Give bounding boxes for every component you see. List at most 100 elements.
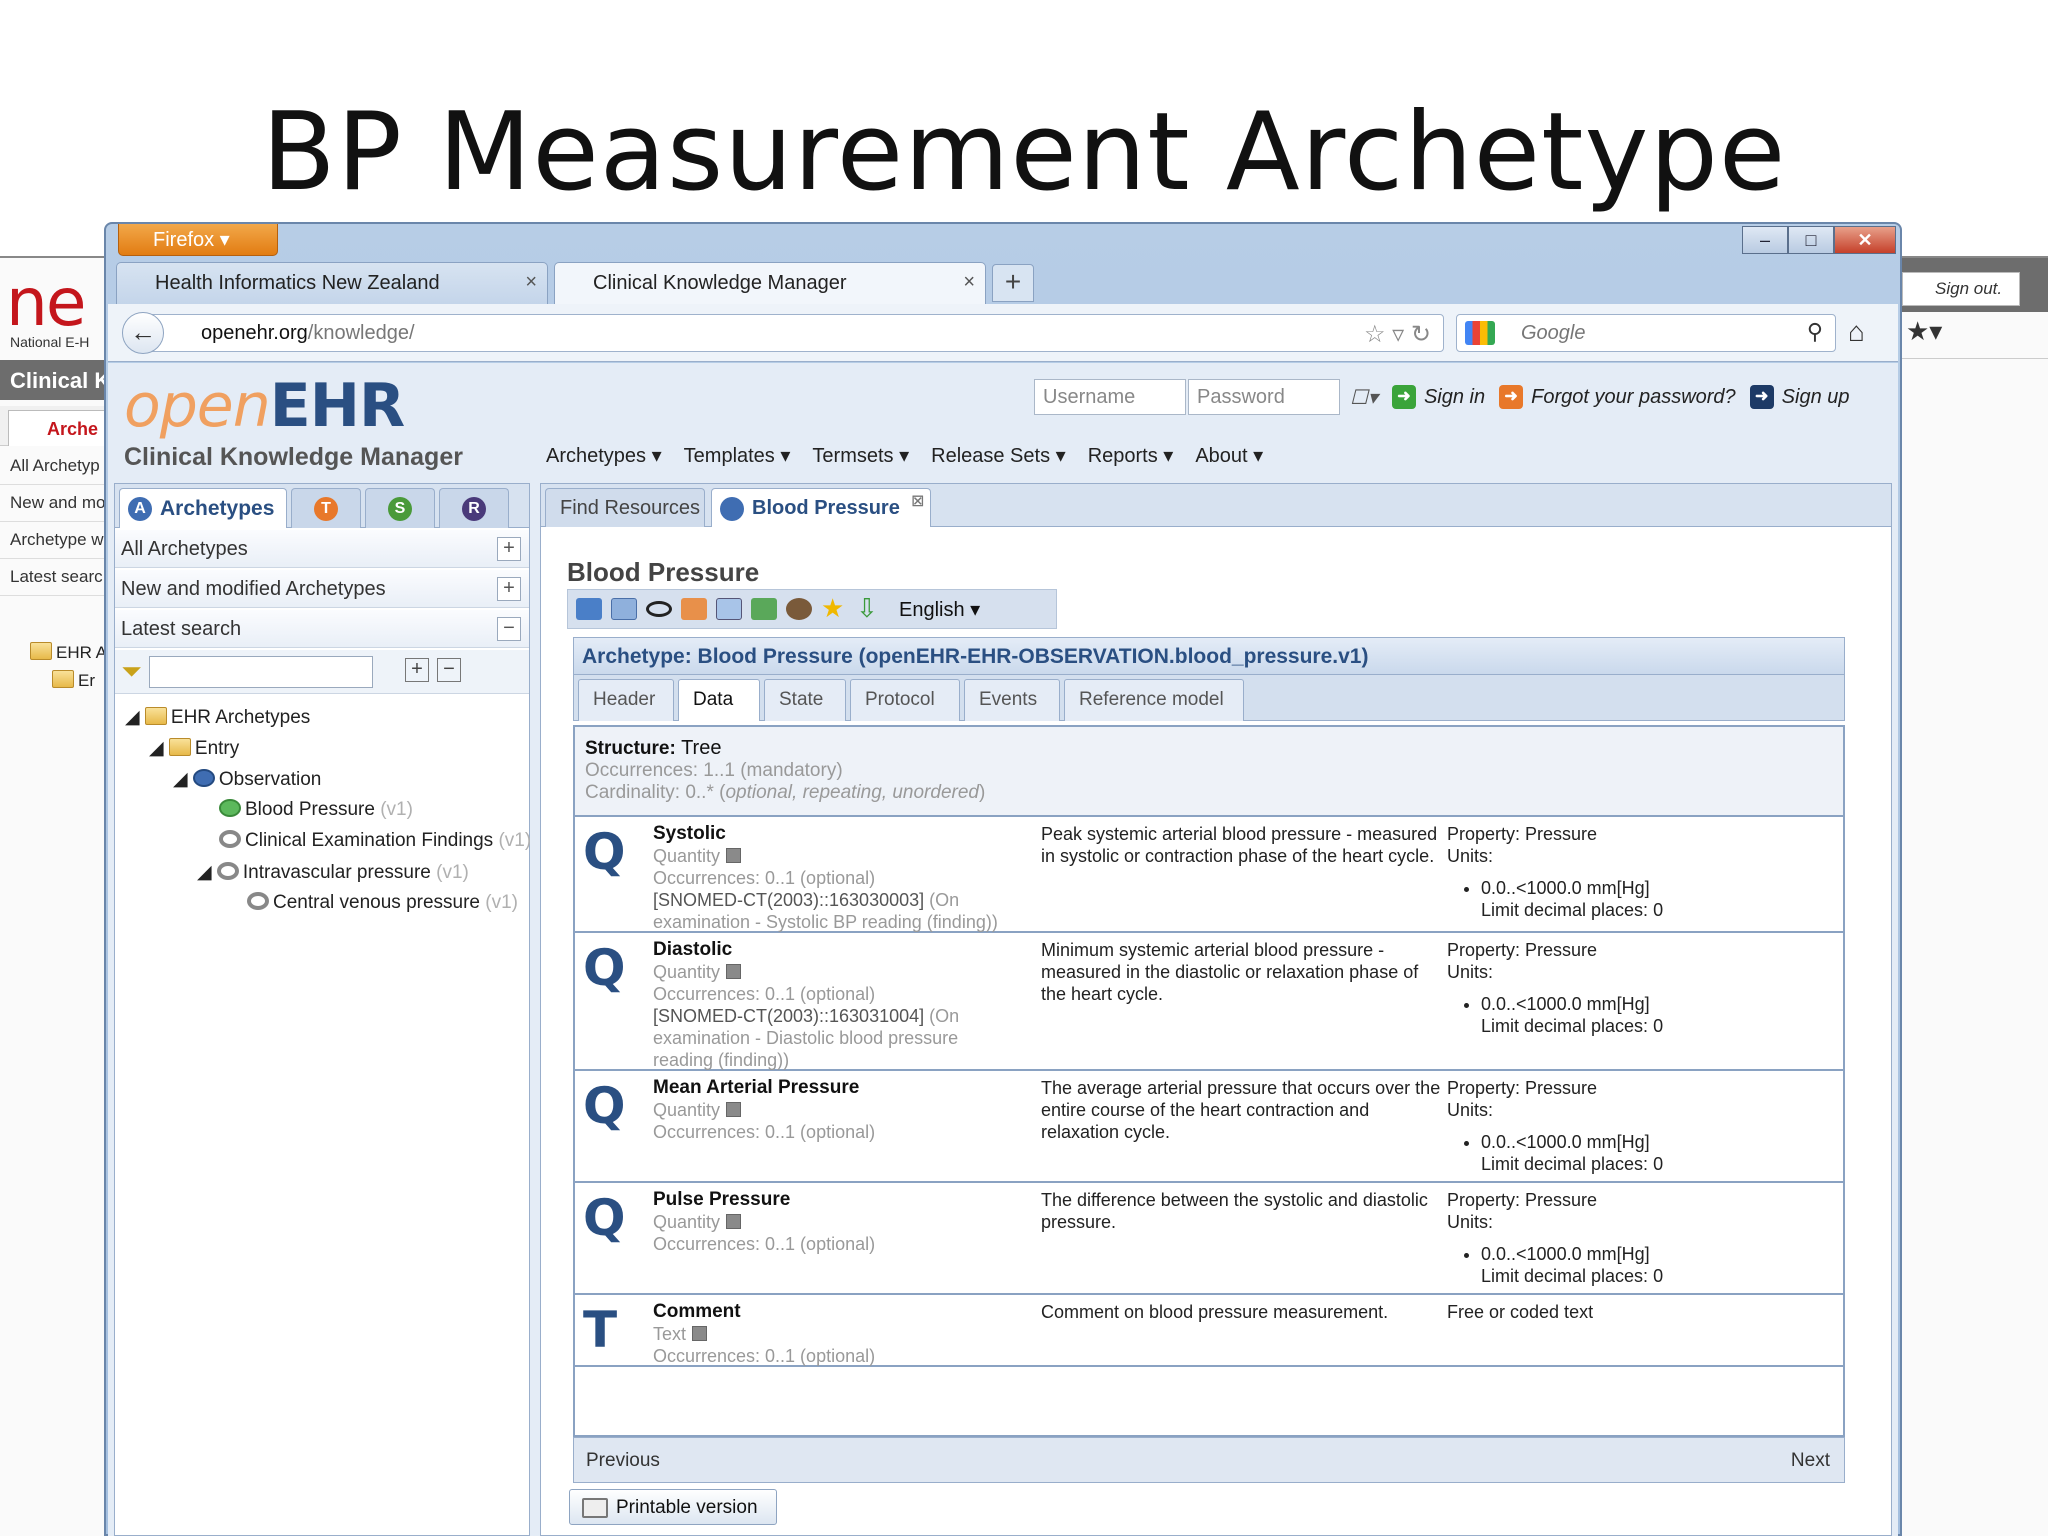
download-icon[interactable]: ⇩	[856, 595, 878, 621]
new-tab-button[interactable]: +	[992, 264, 1034, 302]
tab-reference-model[interactable]: Reference model	[1064, 679, 1244, 721]
tab-events[interactable]: Events	[964, 679, 1060, 721]
tab-data[interactable]: Data	[678, 679, 760, 721]
structure-row: Structure: Tree Occurrences: 1..1 (manda…	[575, 727, 1843, 817]
tab-termsets[interactable]: S	[365, 488, 435, 528]
tab-clinical-knowledge-manager[interactable]: Clinical Knowledge Manager ×	[554, 262, 986, 304]
close-tab-icon[interactable]: ☒	[911, 493, 924, 510]
slide: BP Measurement Archetype ne National E-H…	[0, 0, 2048, 1536]
tab-find-resources[interactable]: Find Resources	[545, 488, 705, 528]
tree-item[interactable]: Central venous pressure (v1)	[247, 892, 518, 914]
star-icon[interactable]: ★	[821, 595, 847, 621]
back-button[interactable]: ←	[122, 312, 164, 354]
pie-icon[interactable]	[786, 598, 812, 620]
expand-icon[interactable]: +	[497, 577, 521, 601]
adl-icon[interactable]	[681, 598, 707, 620]
navigation-bar: openehr.org/knowledge/ ☆ ▿ ↻ ← Google ⚲ ⌂…	[108, 304, 1942, 362]
expand-icon[interactable]	[726, 1102, 742, 1117]
tree-item[interactable]: ◢ Observation	[173, 768, 321, 791]
expand-icon[interactable]: +	[497, 537, 521, 561]
sign-in-link[interactable]: ➜ Sign in	[1391, 385, 1485, 409]
tab-header[interactable]: Header	[578, 679, 674, 721]
folder-icon	[144, 707, 167, 725]
section-latest-search[interactable]: Latest search −	[115, 610, 529, 648]
bg-row[interactable]: All Archetyp	[0, 448, 106, 485]
bg-header-bar: Clinical K	[0, 360, 106, 400]
bg-tab-row: Arche	[0, 406, 106, 446]
menu-reports[interactable]: Reports ▾	[1088, 443, 1174, 468]
remember-checkbox[interactable]: ☐▾	[1350, 385, 1378, 410]
mindmap-icon[interactable]	[576, 598, 602, 620]
tab-templates[interactable]: T	[291, 488, 361, 528]
filter-icon[interactable]: ⏷	[121, 656, 142, 688]
menu-termsets[interactable]: Termsets ▾	[812, 443, 909, 468]
sign-up-link[interactable]: ➜ Sign up	[1749, 385, 1850, 409]
divider	[1900, 358, 2048, 359]
bg-row[interactable]: Archetype w	[0, 522, 106, 559]
tree-item[interactable]: Clinical Examination Findings (v1)	[219, 830, 531, 852]
bg-tab[interactable]: Arche	[8, 410, 106, 446]
google-icon[interactable]	[1465, 321, 1495, 345]
bookmarks-icon[interactable]: ★▾	[1906, 316, 1942, 347]
tab-state[interactable]: State	[764, 679, 846, 721]
expand-icon[interactable]	[726, 964, 742, 979]
ring-view-icon[interactable]	[646, 601, 672, 617]
menu-release-sets[interactable]: Release Sets ▾	[931, 443, 1066, 468]
expand-icon[interactable]	[692, 1326, 708, 1341]
expand-all-icon[interactable]: +	[405, 658, 429, 682]
printable-version-button[interactable]: Printable version	[569, 1489, 777, 1525]
expand-icon[interactable]	[726, 1214, 742, 1229]
forgot-password-link[interactable]: ➜ Forgot your password?	[1499, 385, 1736, 409]
next-button[interactable]: Next	[1791, 1450, 1830, 1472]
section-all-archetypes[interactable]: All Archetypes +	[115, 530, 529, 568]
username-field[interactable]: Username	[1034, 379, 1186, 415]
tree-item-selected[interactable]: Blood Pressure (v1)	[219, 799, 413, 821]
collapse-icon[interactable]: −	[497, 617, 521, 641]
search-icon[interactable]: ⚲	[1807, 319, 1823, 345]
bg-row[interactable]: Latest searc	[0, 559, 106, 596]
expand-icon[interactable]	[726, 848, 742, 863]
menu-about[interactable]: About ▾	[1195, 443, 1263, 468]
draft-icon	[216, 862, 239, 880]
collapse-all-icon[interactable]: −	[437, 658, 461, 682]
minimize-button[interactable]: –	[1742, 226, 1788, 254]
tree-icon[interactable]	[751, 598, 777, 620]
tab-protocol[interactable]: Protocol	[850, 679, 960, 721]
tab-label: Health Informatics New Zealand	[155, 272, 440, 294]
table-view-icon[interactable]	[611, 598, 637, 620]
password-field[interactable]: Password	[1188, 379, 1340, 415]
xml-icon[interactable]	[716, 598, 742, 620]
termset-icon: S	[388, 497, 412, 521]
left-panel-tabs: A Archetypes T S R	[115, 484, 529, 528]
search-input[interactable]: Google ⚲	[1456, 314, 1836, 352]
tab-health-informatics[interactable]: Health Informatics New Zealand ×	[116, 262, 548, 304]
table-row: Q Diastolic Quantity Occurrences: 0..1 (op…	[575, 933, 1843, 1071]
tab-blood-pressure[interactable]: Blood Pressure ☒	[711, 488, 931, 528]
menu-archetypes[interactable]: Archetypes ▾	[546, 443, 662, 468]
tree-item[interactable]: ◢ Entry	[149, 737, 239, 760]
close-tab-icon[interactable]: ×	[525, 271, 537, 294]
firefox-menu-button[interactable]: Firefox ▾	[118, 224, 278, 256]
bg-row[interactable]: New and mo	[0, 485, 106, 522]
language-select[interactable]: English ▾	[899, 597, 980, 622]
tab-release-sets[interactable]: R	[439, 488, 509, 528]
home-icon[interactable]: ⌂	[1848, 316, 1865, 348]
tree-item[interactable]: ◢ Intravascular pressure (v1)	[197, 861, 469, 884]
sign-out-button[interactable]: Sign out.	[1902, 272, 2020, 306]
maximize-button[interactable]: □	[1788, 226, 1834, 254]
url-bar[interactable]: openehr.org/knowledge/ ☆ ▿ ↻	[152, 314, 1444, 352]
bg-tree-item[interactable]: EHR A	[30, 642, 106, 663]
section-new-modified[interactable]: New and modified Archetypes +	[115, 570, 529, 608]
close-tab-icon[interactable]: ×	[963, 271, 975, 294]
template-icon: T	[314, 497, 338, 521]
menu-templates[interactable]: Templates ▾	[684, 443, 791, 468]
bg-tree-item[interactable]: Er	[52, 670, 95, 691]
previous-button[interactable]: Previous	[586, 1450, 660, 1472]
archetype-view: Blood Pressure ★ ⇩ English ▾ Archetype: …	[540, 527, 1892, 1536]
tree-item[interactable]: ◢ EHR Archetypes	[125, 706, 310, 729]
filter-input[interactable]	[149, 656, 373, 688]
close-window-button[interactable]: ✕	[1834, 226, 1896, 254]
forgot-icon: ➜	[1499, 385, 1524, 409]
tab-archetypes[interactable]: A Archetypes	[119, 488, 287, 528]
bookmark-star-icon[interactable]: ☆ ▿ ↻	[1364, 320, 1431, 349]
